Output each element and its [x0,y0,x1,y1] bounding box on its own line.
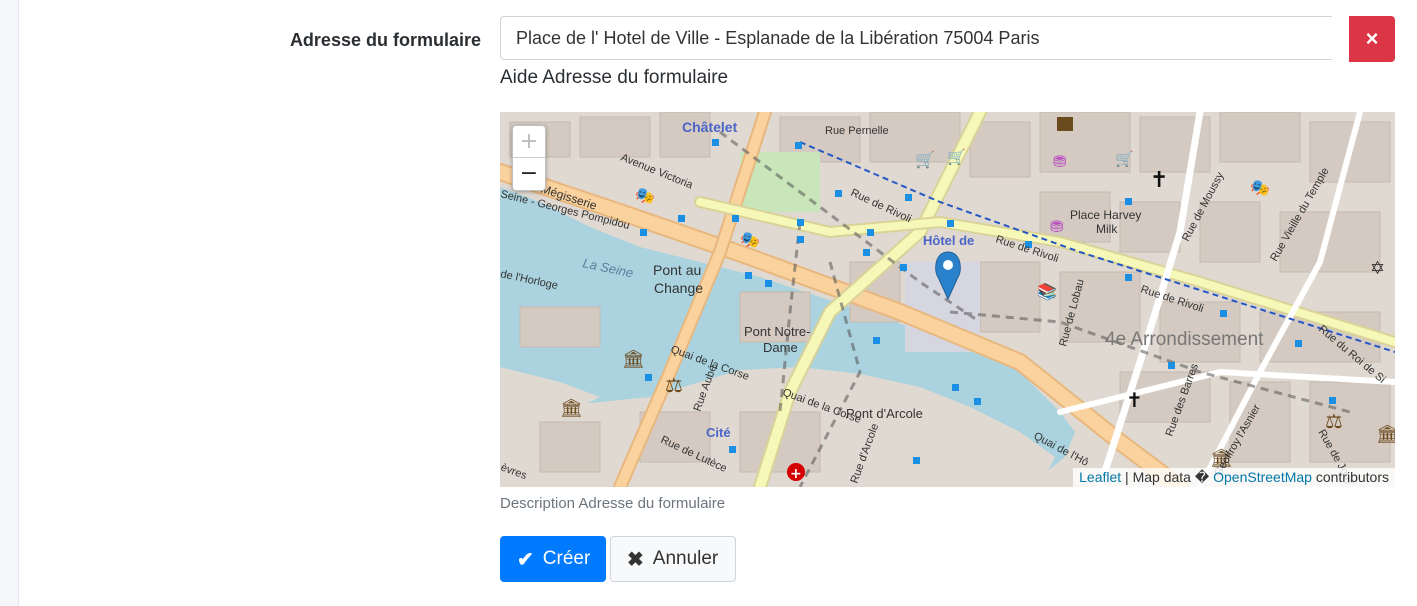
address-map[interactable]: 🛒 🛒 🛒 ⛃ ⛃ ✝ ✝ ✡ 🎭 🎭 🎭 🏛 🏛 🏛 🏛 ⚖ ⚖ 📚 + Ch… [500,112,1395,487]
svg-text:🏛: 🏛 [1376,424,1395,445]
label-dame: Dame [763,340,798,355]
shop-icon: 🛒 [915,150,935,169]
address-description: Description Adresse du formulaire [500,495,726,512]
svg-text:+: + [790,466,802,482]
zoom-control: + − [512,125,546,191]
address-input[interactable] [500,16,1332,60]
openstreetmap-link[interactable]: OpenStreetMap [1213,469,1312,485]
clear-address-button[interactable]: × [1349,16,1395,62]
museum-icon: 🏛 [622,349,645,370]
zoom-out-button[interactable]: − [513,158,545,189]
svg-text:🏛: 🏛 [560,398,583,419]
attribution-text: | Map data � [1121,469,1214,485]
map-attribution: Leaflet | Map data � OpenStreetMap contr… [1073,468,1395,487]
label-pont-arcole: Pont d'Arcole [846,406,923,421]
label-pont-au: Pont au [653,262,701,278]
create-button-label: Créer [542,548,591,569]
svg-text:🛒: 🛒 [1115,150,1134,168]
svg-text:⛃: ⛃ [1053,152,1066,171]
label-cite: Cité [706,425,731,440]
svg-text:⚖: ⚖ [665,373,683,397]
create-button[interactable]: ✔ Créer [500,536,606,582]
address-field-label: Adresse du formulaire [289,30,481,50]
svg-text:⛃: ⛃ [1050,217,1063,236]
cancel-button-label: Annuler [652,548,719,569]
label-change: Change [654,280,703,296]
svg-text:🎭: 🎭 [740,230,760,249]
label-chatelet: Châtelet [682,119,738,135]
label-arrondissement: 4e Arrondissement [1105,329,1264,350]
label-hotel-de: Hôtel de [923,233,974,248]
zoom-in-button[interactable]: + [513,126,545,158]
close-icon: ✖ [627,548,644,571]
svg-text:✡: ✡ [1370,258,1385,279]
close-icon: × [1365,26,1379,51]
cancel-button[interactable]: ✖ Annuler [610,536,736,582]
svg-text:🎭: 🎭 [635,186,655,205]
label-milk: Milk [1096,222,1118,236]
leaflet-link[interactable]: Leaflet [1079,469,1121,485]
label-pont-notre: Pont Notre- [744,324,810,339]
attribution-contributors: contributors [1311,469,1389,485]
address-help-text: Aide Adresse du formulaire [500,67,729,88]
map-tiles: 🛒 🛒 🛒 ⛃ ⛃ ✝ ✝ ✡ 🎭 🎭 🎭 🏛 🏛 🏛 🏛 ⚖ ⚖ 📚 + Ch… [500,112,1395,487]
check-icon: ✔ [517,548,534,571]
label-rue-pernelle: Rue Pernelle [825,125,889,137]
church-icon: ✝ [1150,168,1168,193]
svg-text:✝: ✝ [1126,388,1143,412]
svg-text:🛒: 🛒 [947,148,966,166]
svg-text:🎭: 🎭 [1250,178,1270,197]
svg-text:📚: 📚 [1037,282,1057,301]
label-place-harvey: Place Harvey [1070,208,1141,222]
